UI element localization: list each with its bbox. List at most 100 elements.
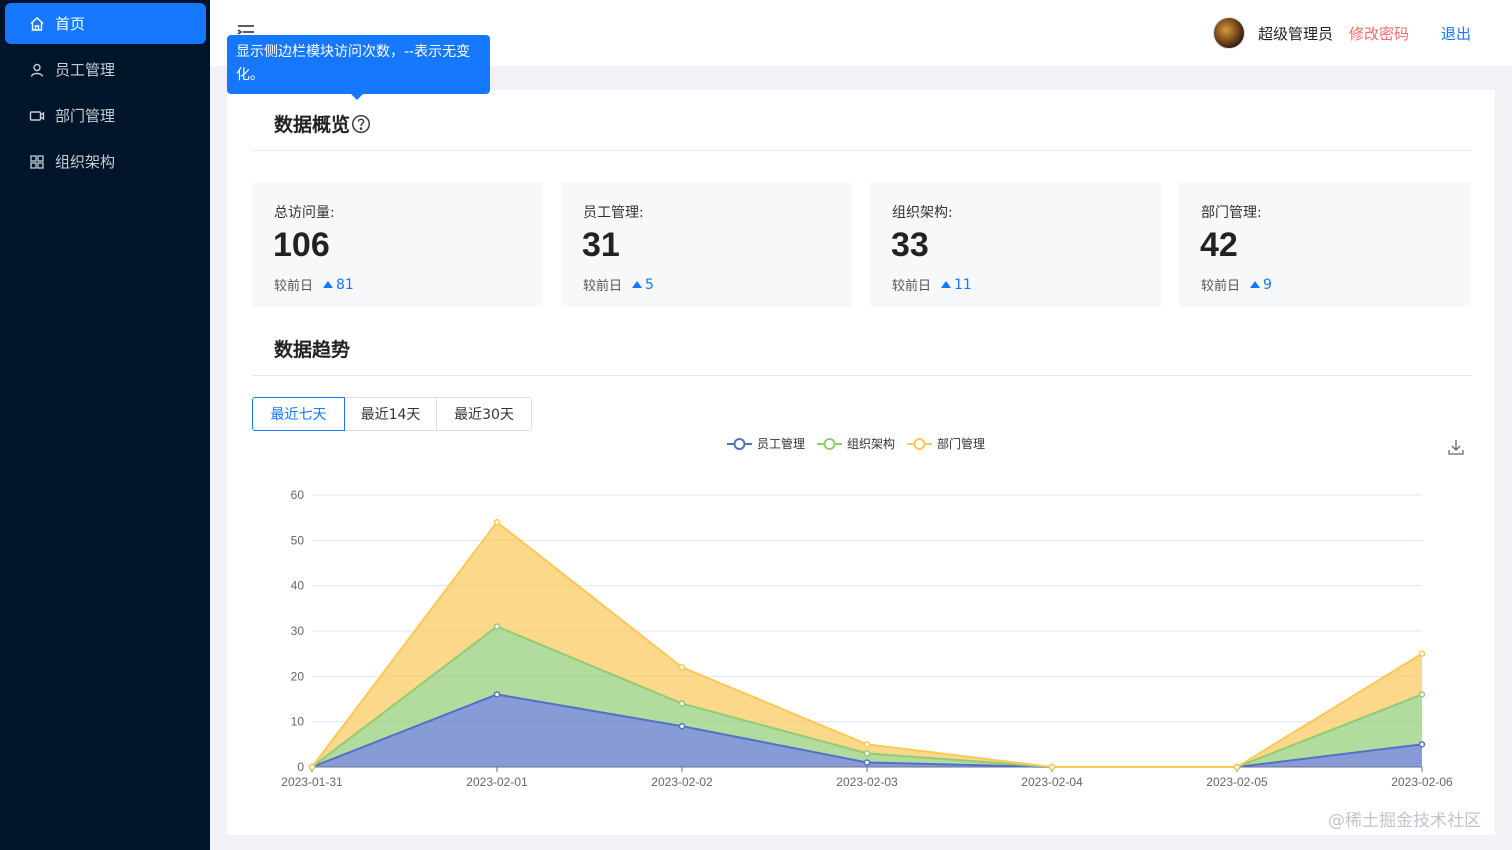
stat-label: 组织架构:: [892, 205, 953, 221]
data-point: [678, 700, 686, 707]
stat-delta: 9: [1250, 277, 1272, 293]
overview-title-text: 数据概览: [274, 114, 351, 136]
data-point: [678, 722, 686, 730]
y-tick-label: 10: [291, 715, 305, 729]
legend-label: 组织架构: [847, 437, 896, 451]
x-tick-label: 2023-02-02: [651, 775, 713, 789]
stat-label: 部门管理:: [1201, 205, 1262, 221]
user-icon: [29, 62, 45, 78]
x-tick-label: 2023-02-06: [1391, 775, 1453, 789]
y-tick-label: 60: [291, 488, 305, 502]
overview-divider: [252, 150, 1472, 151]
stat-delta: 11: [941, 277, 972, 293]
data-point: [1048, 763, 1056, 771]
stat-label: 总访问量:: [274, 205, 335, 221]
stat-card-employees: 员工管理: 31 较前日 5: [561, 182, 852, 307]
stat-value: 31: [582, 226, 620, 264]
data-point: [308, 763, 316, 771]
range-7-days-button[interactable]: 最近七天: [252, 397, 345, 431]
compare-label: 较前日: [1201, 279, 1241, 294]
stat-compare: 较前日 5: [583, 275, 654, 295]
overview-title: 数据概览: [274, 110, 371, 137]
y-tick-label: 50: [291, 533, 305, 547]
caret-up-icon: [1250, 281, 1261, 288]
range-30-days-button[interactable]: 最近30天: [436, 397, 532, 431]
tooltip-arrow: [350, 93, 364, 100]
download-icon[interactable]: [1447, 438, 1465, 456]
stat-delta: 81: [323, 277, 354, 293]
stat-delta-value: 81: [336, 276, 354, 293]
chart-legend: 员工管理 组织架构 部门管理: [727, 435, 997, 452]
logout-link[interactable]: 退出: [1441, 23, 1471, 44]
data-point: [1418, 650, 1426, 657]
stat-compare: 较前日 81: [274, 275, 354, 295]
data-point: [1048, 763, 1056, 771]
username: 超级管理员: [1258, 25, 1334, 43]
change-password-link[interactable]: 修改密码: [1349, 23, 1409, 44]
legend-marker-icon: [907, 437, 933, 450]
sidebar-item-label: 首页: [55, 15, 86, 33]
data-point: [493, 623, 501, 630]
legend-marker-icon: [817, 437, 843, 450]
sidebar-item-label: 组织架构: [55, 153, 116, 171]
stat-compare: 较前日 9: [1201, 275, 1272, 295]
compare-label: 较前日: [583, 279, 623, 294]
x-tick-label: 2023-01-31: [281, 775, 343, 789]
dashboard-content: 数据概览 总访问量: 106 较前日 81 员工管理: 31 较前日 5 组织架…: [227, 90, 1495, 835]
data-point: [1418, 691, 1426, 698]
x-tick-label: 2023-02-01: [466, 775, 528, 789]
sidebar-item-employees[interactable]: 员工管理: [5, 49, 206, 90]
series-line: [311, 520, 1423, 768]
legend-label: 部门管理: [937, 437, 986, 451]
sidebar-item-departments[interactable]: 部门管理: [5, 95, 206, 136]
data-point: [493, 518, 501, 526]
stat-label: 员工管理:: [583, 205, 644, 221]
series-line: [311, 625, 1423, 768]
data-point: [1048, 763, 1056, 771]
data-point: [863, 741, 871, 748]
caret-up-icon: [632, 281, 643, 288]
sidebar-item-organization[interactable]: 组织架构: [5, 141, 206, 182]
stat-card-organization: 组织架构: 33 较前日 11: [870, 182, 1161, 307]
y-tick-label: 40: [291, 579, 305, 593]
watermark: @稀土掘金技术社区: [1328, 811, 1481, 831]
data-point: [678, 664, 686, 671]
stat-compare: 较前日 11: [892, 275, 972, 295]
stat-delta-value: 5: [645, 276, 654, 293]
question-circle-icon[interactable]: [351, 114, 371, 134]
series-area: [312, 626, 1422, 767]
stat-value: 33: [891, 226, 929, 264]
grid-icon: [29, 154, 45, 170]
data-point: [863, 750, 871, 757]
series-line: [311, 693, 1423, 768]
legend-label: 员工管理: [757, 437, 806, 451]
video-icon: [29, 108, 45, 124]
range-button-group: 最近七天 最近14天 最近30天: [252, 397, 532, 431]
x-tick-label: 2023-02-05: [1206, 775, 1268, 789]
data-point: [308, 763, 316, 771]
legend-marker-icon: [727, 437, 752, 450]
compare-label: 较前日: [274, 279, 314, 294]
trend-title: 数据趋势: [274, 339, 351, 361]
caret-up-icon: [323, 281, 334, 288]
legend-item-organization[interactable]: 组织架构: [817, 435, 895, 452]
stat-delta: 5: [632, 277, 654, 293]
y-tick-label: 30: [291, 624, 305, 638]
sidebar-item-label: 部门管理: [55, 107, 116, 125]
x-tick-label: 2023-02-04: [1021, 775, 1083, 789]
trend-divider: [252, 375, 1472, 376]
series-area: [312, 694, 1422, 767]
sidebar: 首页 员工管理 部门管理 组织架构: [0, 0, 210, 850]
series-area: [312, 522, 1422, 767]
home-icon: [29, 16, 45, 32]
caret-up-icon: [941, 281, 952, 288]
legend-item-employees[interactable]: 员工管理: [727, 435, 805, 452]
y-tick-label: 20: [291, 669, 305, 683]
sidebar-item-home[interactable]: 首页: [5, 3, 206, 44]
data-point: [1233, 763, 1241, 771]
range-14-days-button[interactable]: 最近14天: [344, 397, 437, 431]
data-point: [1418, 741, 1426, 748]
stat-value: 106: [273, 226, 330, 264]
avatar[interactable]: [1213, 17, 1245, 49]
legend-item-departments[interactable]: 部门管理: [907, 435, 985, 452]
